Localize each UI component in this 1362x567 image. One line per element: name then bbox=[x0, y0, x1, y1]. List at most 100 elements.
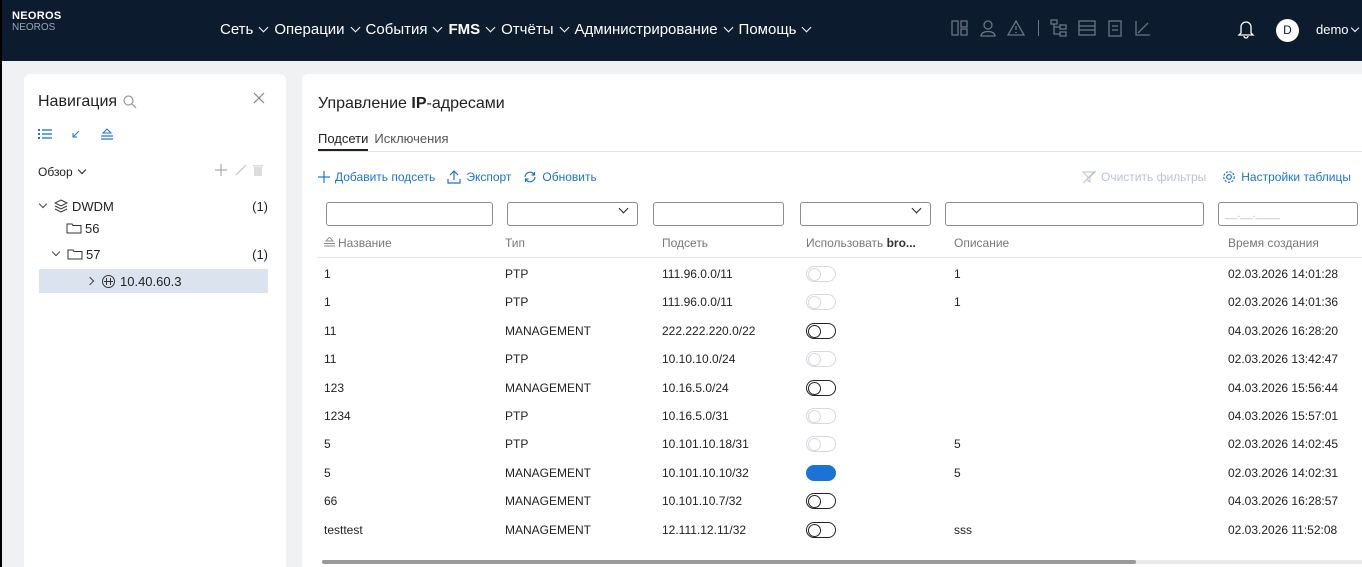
chevron-down-icon bbox=[559, 22, 569, 33]
description-filter-input[interactable] bbox=[945, 202, 1204, 226]
tree-item-dwdm[interactable]: DWDM (1) bbox=[38, 196, 268, 216]
clipboard-icon[interactable] bbox=[1105, 18, 1125, 38]
chevron-down-icon[interactable] bbox=[38, 199, 48, 209]
tabs-divider bbox=[318, 151, 1362, 152]
topology-icon[interactable] bbox=[1049, 18, 1069, 38]
warning-icon[interactable] bbox=[1006, 18, 1026, 38]
page-title-prefix: Управление bbox=[318, 95, 412, 112]
users-icon[interactable] bbox=[978, 18, 998, 38]
refresh-button[interactable]: Обновить bbox=[523, 170, 597, 184]
cell-name: 11 bbox=[324, 352, 337, 367]
cell-created: 04.03.2026 15:56:44 bbox=[1228, 380, 1339, 395]
cell-subnet: 10.10.10.0/24 bbox=[662, 352, 736, 367]
menu-label: Операции bbox=[274, 21, 345, 38]
tree-item-label: DWDM bbox=[72, 198, 114, 214]
list-icon[interactable] bbox=[1077, 18, 1097, 38]
cell-subnet: 10.16.5.0/24 bbox=[662, 380, 729, 395]
chevron-down-icon bbox=[350, 22, 360, 33]
clear-filters-button[interactable]: Очистить фильтры bbox=[1082, 170, 1206, 184]
column-header-created[interactable]: Время создания bbox=[1228, 236, 1319, 250]
collapse-icon[interactable] bbox=[70, 128, 82, 143]
menu-item-fms[interactable]: FMS bbox=[448, 21, 496, 38]
menu-label: FMS bbox=[448, 21, 481, 38]
chevron-down-icon bbox=[618, 203, 629, 214]
cell-description: sss bbox=[954, 522, 972, 537]
cell-name: 1234 bbox=[324, 409, 351, 423]
cell-subnet: 10.101.10.7/32 bbox=[662, 494, 743, 509]
menu-item-help[interactable]: Помощь bbox=[738, 21, 812, 38]
table-row[interactable]: 11 MANAGEMENT 222.222.220.0/22 04.03.2026 1… bbox=[318, 317, 1362, 345]
menu-item-operations[interactable]: Операции bbox=[274, 21, 360, 38]
menu-label: События bbox=[365, 21, 428, 38]
table-row[interactable]: 1 PTP 111.96.0.0/11 1 02.03.2026 14:01:36 bbox=[318, 288, 1362, 316]
tab-exclusions[interactable]: Исключения bbox=[374, 131, 448, 151]
brand-subtitle: NEOROS bbox=[12, 22, 56, 33]
search-icon[interactable] bbox=[122, 94, 138, 110]
subnet-filter-input[interactable] bbox=[653, 202, 784, 226]
column-header-broadcast[interactable]: Использовать bro... bbox=[806, 236, 916, 250]
tree-item-device[interactable]: 10.40.60.3 bbox=[39, 269, 268, 293]
trash-icon[interactable] bbox=[252, 163, 264, 177]
chart-icon[interactable] bbox=[1133, 18, 1153, 38]
nav-tools bbox=[38, 128, 132, 143]
column-header-type[interactable]: Тип bbox=[505, 236, 525, 250]
table-row[interactable]: 5 PTP 10.101.10.18/31 5 02.03.2026 14:02:45 bbox=[318, 430, 1362, 458]
add-icon[interactable] bbox=[214, 163, 228, 177]
user-menu[interactable]: demo bbox=[1316, 22, 1359, 37]
nav-title: Навигация bbox=[38, 93, 138, 111]
layout-grid-icon[interactable] bbox=[950, 18, 970, 38]
table-row[interactable]: testtest MANAGEMENT 12.111.12.11/32 sss 02.0… bbox=[318, 516, 1362, 544]
table-settings-button[interactable]: Настройки таблицы bbox=[1222, 170, 1351, 184]
name-filter-input[interactable] bbox=[326, 202, 493, 226]
view-select[interactable]: Обзор bbox=[38, 165, 86, 179]
tab-subnets[interactable]: Подсети bbox=[318, 131, 369, 151]
cell-type: PTP bbox=[505, 267, 529, 281]
scrollbar-thumb[interactable] bbox=[322, 560, 1137, 564]
add-subnet-button[interactable]: Добавить подсеть bbox=[318, 170, 435, 184]
table-row[interactable]: 123 MANAGEMENT 10.16.5.0/24 04.03.2026 15:5… bbox=[318, 374, 1362, 402]
type-filter-select[interactable] bbox=[507, 202, 638, 226]
menu-label: Помощь bbox=[738, 21, 797, 38]
sort-icon[interactable] bbox=[100, 128, 114, 143]
broadcast-toggle[interactable] bbox=[806, 521, 836, 538]
broadcast-toggle[interactable] bbox=[806, 464, 836, 481]
column-header-description[interactable]: Описание bbox=[954, 236, 1009, 250]
horizontal-scrollbar[interactable] bbox=[322, 560, 1362, 564]
table-row[interactable]: 5 MANAGEMENT 10.101.10.10/32 5 02.03.2026 14… bbox=[318, 459, 1362, 487]
chevron-down-icon[interactable] bbox=[51, 247, 61, 257]
table-row[interactable]: 66 MANAGEMENT 10.101.10.7/32 04.03.2026 16:… bbox=[318, 487, 1362, 515]
broadcast-toggle[interactable] bbox=[806, 379, 836, 396]
close-icon[interactable] bbox=[252, 91, 266, 105]
page-title-suffix: -адресами bbox=[426, 95, 505, 112]
menu-item-administration[interactable]: Администрирование bbox=[575, 21, 733, 38]
broadcast-toggle[interactable] bbox=[806, 322, 836, 339]
tree-item-56[interactable]: 56 bbox=[66, 218, 268, 238]
chevron-right-icon[interactable] bbox=[85, 276, 95, 286]
created-filter-input[interactable]: __.__.____ bbox=[1218, 202, 1358, 226]
column-header-subnet[interactable]: Подсеть bbox=[662, 236, 708, 250]
cell-created: 02.03.2026 14:02:31 bbox=[1228, 465, 1339, 480]
header-divider bbox=[318, 257, 1362, 258]
edit-icon[interactable] bbox=[234, 163, 248, 177]
table-row[interactable]: 11 PTP 10.10.10.0/24 02.03.2026 13:42:47 bbox=[318, 345, 1362, 373]
avatar[interactable]: D bbox=[1276, 19, 1299, 42]
table-row[interactable]: 1 PTP 111.96.0.0/11 1 02.03.2026 14:01:28 bbox=[318, 260, 1362, 288]
export-button[interactable]: Экспорт bbox=[447, 170, 511, 184]
cell-type: PTP bbox=[505, 295, 529, 310]
menu-item-events[interactable]: События bbox=[365, 21, 443, 38]
cell-name: 123 bbox=[324, 380, 345, 395]
brand-logo[interactable]: NEOROS NEOROS bbox=[12, 10, 61, 34]
broadcast-toggle[interactable] bbox=[806, 493, 836, 510]
bell-icon[interactable] bbox=[1237, 19, 1255, 39]
cell-name: testtest bbox=[324, 522, 363, 537]
cell-subnet: 10.101.10.10/32 bbox=[662, 465, 749, 480]
broadcast-filter-select[interactable] bbox=[800, 202, 931, 226]
column-header-name[interactable]: Название bbox=[324, 236, 392, 250]
list-view-icon[interactable] bbox=[38, 128, 52, 143]
menu-item-network[interactable]: Сеть bbox=[220, 21, 269, 38]
chevron-down-icon bbox=[1350, 23, 1359, 32]
cell-created: 04.03.2026 15:57:01 bbox=[1228, 409, 1339, 423]
table-row[interactable]: 1234 PTP 10.16.5.0/31 04.03.2026 15:57:01 bbox=[318, 402, 1362, 430]
tree-item-57[interactable]: 57 (1) bbox=[51, 244, 268, 264]
menu-item-reports[interactable]: Отчёты bbox=[501, 21, 569, 38]
